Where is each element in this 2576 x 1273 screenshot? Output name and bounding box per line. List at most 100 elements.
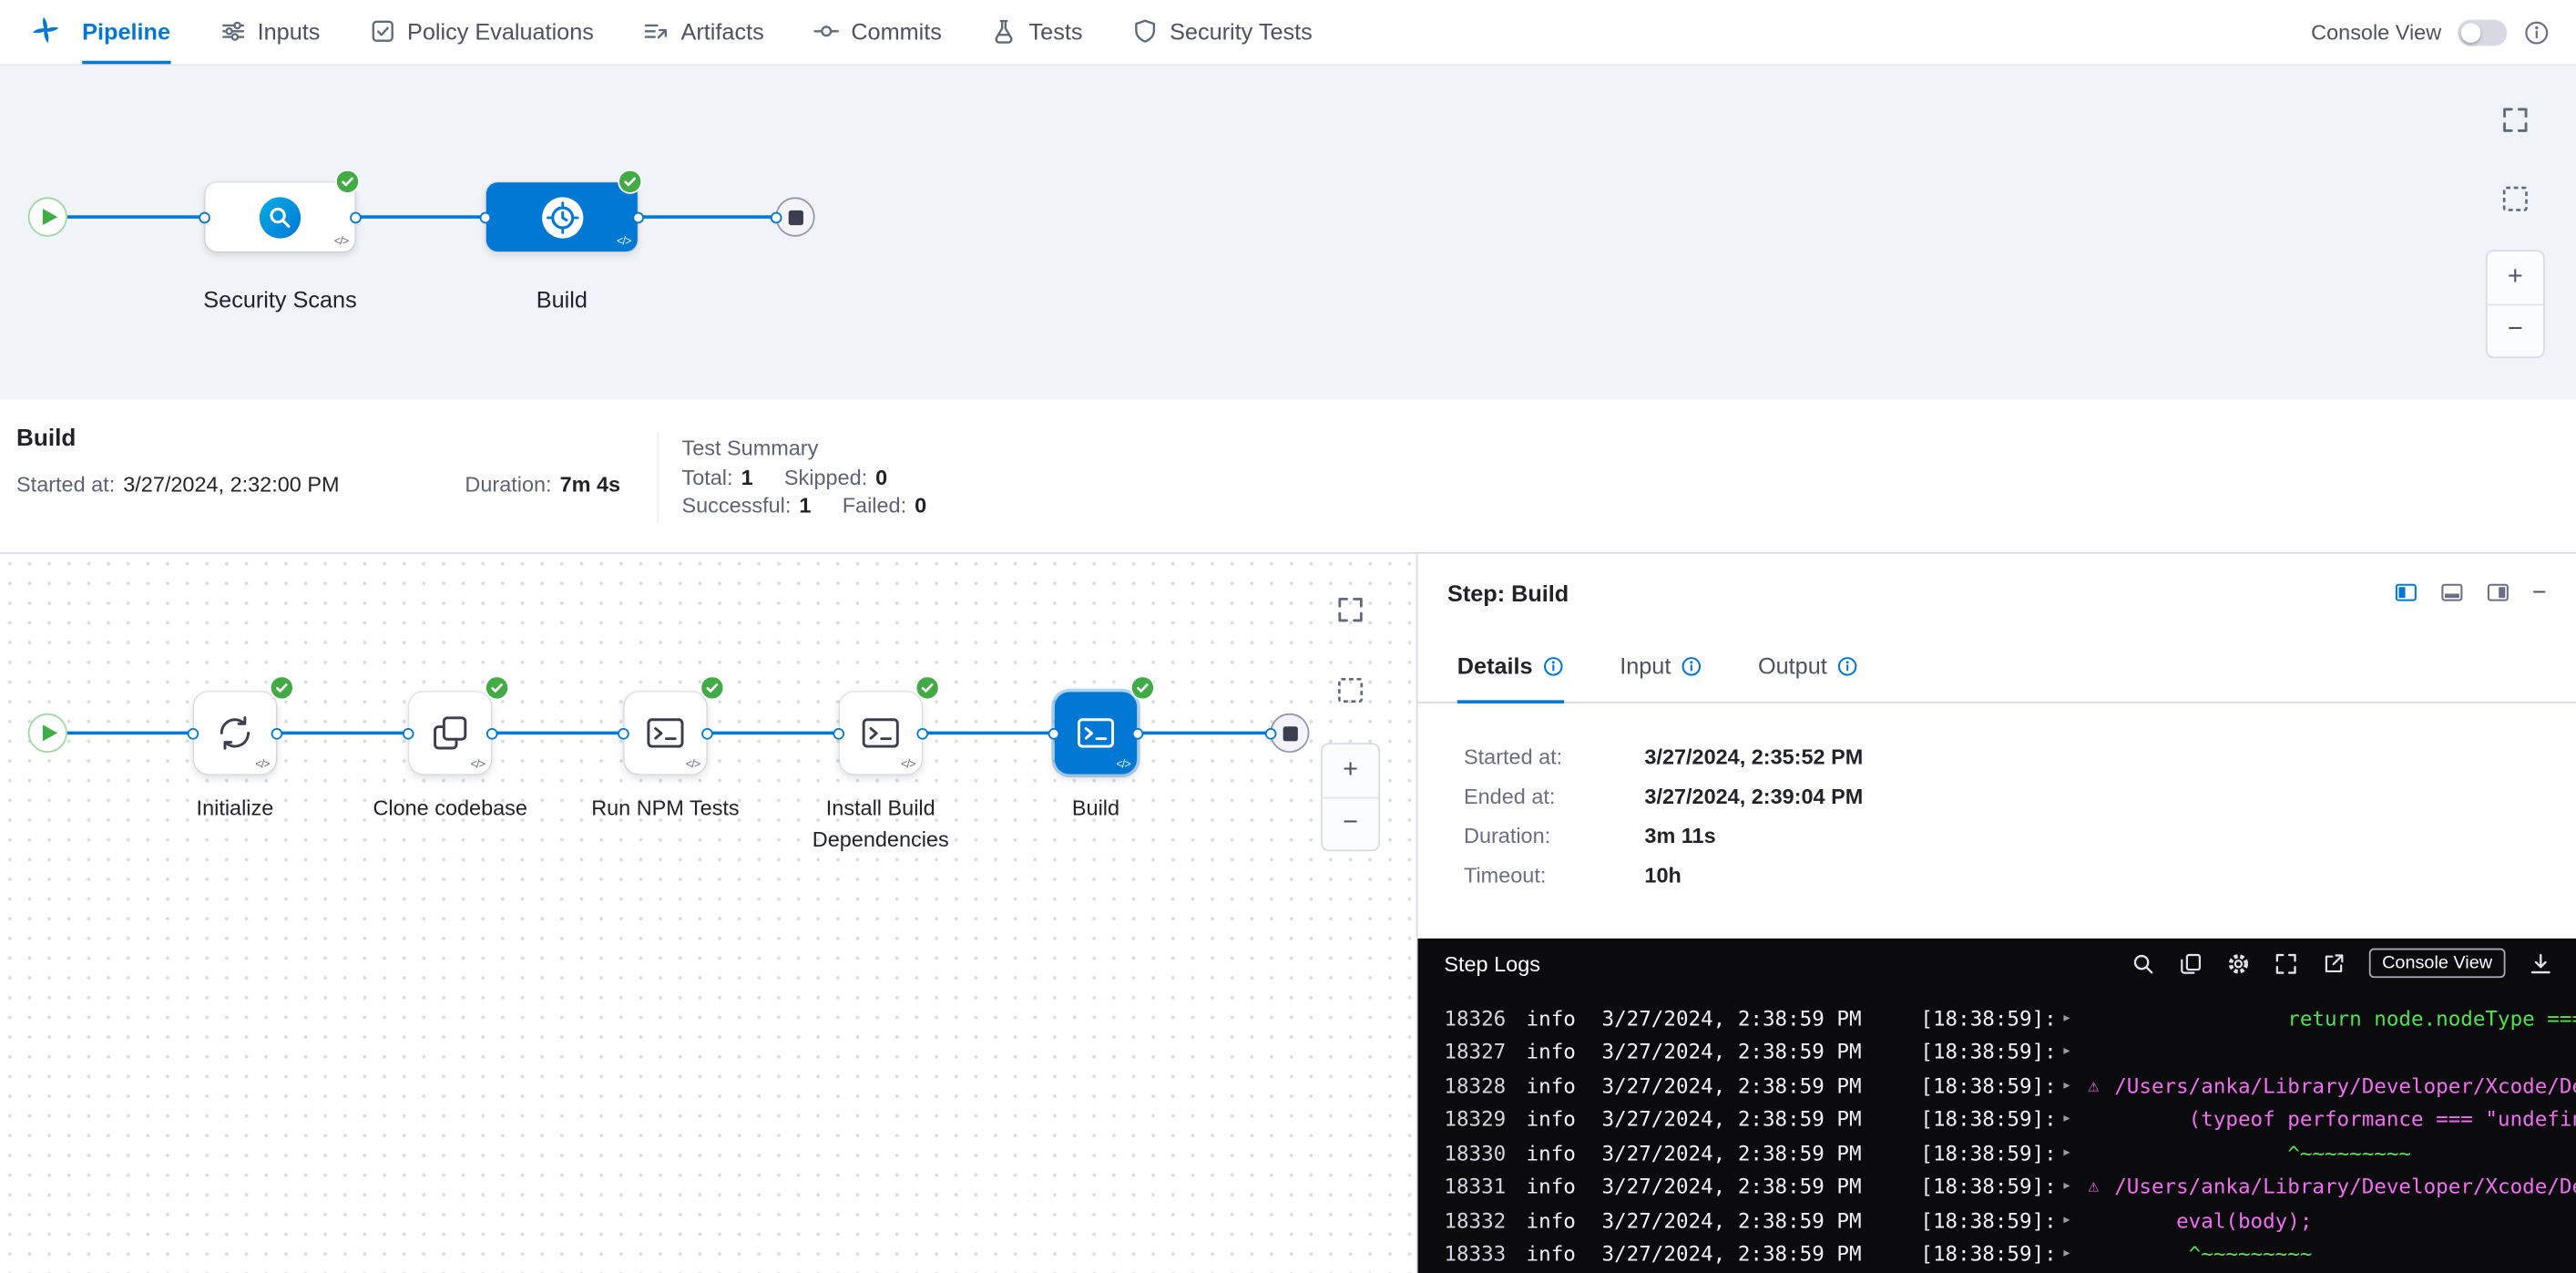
tab-output[interactable]: Output bbox=[1758, 631, 1858, 703]
tab-label: Inputs bbox=[258, 18, 321, 45]
copy-icon[interactable] bbox=[2178, 950, 2203, 975]
step-label-run-npm-tests[interactable]: Run NPM Tests bbox=[558, 794, 772, 825]
tab-label: Policy Evaluations bbox=[407, 18, 594, 45]
tab-commits[interactable]: Commits bbox=[813, 0, 942, 64]
tab-label: Pipeline bbox=[82, 18, 170, 45]
log-content: ^~~~~~~~~~ bbox=[2114, 1140, 2576, 1165]
step-node-clone-codebase[interactable]: </> bbox=[409, 692, 491, 774]
step-node-build[interactable]: </> bbox=[1055, 692, 1137, 774]
expand-log-icon[interactable]: ▸ bbox=[2062, 1144, 2089, 1162]
skipped-value: 0 bbox=[875, 463, 887, 492]
tab-details[interactable]: Details bbox=[1457, 631, 1564, 703]
expand-log-icon[interactable]: ▸ bbox=[2062, 1009, 2089, 1027]
step-node-run-npm-tests[interactable]: </> bbox=[624, 692, 706, 774]
stage-node-security-scans[interactable]: </> bbox=[205, 182, 354, 252]
log-level: info bbox=[1527, 1039, 1602, 1063]
step-label-build[interactable]: Build bbox=[989, 794, 1202, 825]
log-line: 18326 info 3/27/2024, 2:38:59 PM [18:38:… bbox=[1418, 1001, 2576, 1034]
top-nav: Pipeline Inputs Policy Evaluations Artif… bbox=[0, 0, 2576, 66]
started-value: 3/27/2024, 2:32:00 PM bbox=[123, 472, 339, 497]
stage-node-build[interactable]: </> bbox=[486, 182, 638, 252]
log-line-number: 18329 bbox=[1444, 1106, 1526, 1131]
minimize-panel-button[interactable]: − bbox=[2532, 580, 2547, 605]
search-icon[interactable] bbox=[2131, 950, 2155, 975]
duration-value: 7m 4s bbox=[560, 472, 621, 497]
pipeline-edge bbox=[707, 732, 840, 734]
log-line: 18333 info 3/27/2024, 2:38:59 PM [18:38:… bbox=[1418, 1237, 2576, 1270]
tab-tests[interactable]: Tests bbox=[991, 0, 1082, 64]
connector-port bbox=[833, 727, 844, 739]
stage-end-node bbox=[1270, 713, 1309, 753]
log-date: 3/27/2024, 2:38:59 PM bbox=[1602, 1140, 1921, 1165]
stage-start-node[interactable] bbox=[28, 713, 67, 753]
tab-artifacts[interactable]: Artifacts bbox=[643, 0, 764, 64]
tab-pipeline[interactable]: Pipeline bbox=[82, 0, 170, 64]
commit-icon bbox=[813, 18, 840, 45]
gear-icon[interactable] bbox=[2226, 950, 2251, 975]
terminal-icon bbox=[859, 712, 902, 755]
expand-log-icon[interactable]: ▸ bbox=[2062, 1042, 2089, 1061]
zoom-in-button[interactable]: + bbox=[2488, 252, 2543, 305]
info-icon[interactable] bbox=[1681, 655, 1702, 676]
tab-policy-evaluations[interactable]: Policy Evaluations bbox=[370, 0, 594, 64]
layout-split-icon[interactable] bbox=[2394, 580, 2418, 605]
step-details-panel: Step: Build − Details Input Output bbox=[1416, 554, 2576, 1273]
code-icon: </> bbox=[471, 759, 486, 771]
step-label-initialize[interactable]: Initialize bbox=[128, 794, 342, 825]
info-icon[interactable] bbox=[1837, 655, 1858, 676]
connector-port bbox=[1265, 727, 1277, 739]
layout-bottom-icon[interactable] bbox=[2440, 580, 2465, 605]
zoom-out-button[interactable]: − bbox=[1323, 798, 1378, 850]
success-badge-icon bbox=[335, 169, 360, 194]
panel-layout-controls: − bbox=[2394, 580, 2546, 605]
external-link-icon[interactable] bbox=[2321, 950, 2346, 975]
tab-label: Details bbox=[1457, 652, 1533, 679]
expand-canvas-icon[interactable] bbox=[2500, 105, 2530, 134]
warning-icon: ⚠ bbox=[2088, 1074, 2114, 1095]
log-line-number: 18326 bbox=[1444, 1005, 1526, 1030]
log-line-number: 18330 bbox=[1444, 1140, 1526, 1165]
log-time: [18:38:59]: bbox=[1920, 1106, 2061, 1131]
console-view-toggle[interactable] bbox=[2458, 19, 2507, 46]
step-label-clone-codebase[interactable]: Clone codebase bbox=[343, 794, 557, 825]
layout-right-icon[interactable] bbox=[2486, 580, 2510, 605]
stage-label-build[interactable]: Build bbox=[447, 286, 678, 313]
step-node-initialize[interactable]: </> bbox=[194, 692, 276, 774]
selection-tool-icon[interactable] bbox=[1335, 675, 1365, 704]
log-line: 18331 info 3/27/2024, 2:38:59 PM [18:38:… bbox=[1418, 1169, 2576, 1203]
stage-label-security-scans[interactable]: Security Scans bbox=[165, 286, 395, 313]
expand-log-icon[interactable]: ▸ bbox=[2062, 1110, 2089, 1128]
step-node-install-build-dependencies[interactable]: </> bbox=[840, 692, 922, 774]
code-icon: </> bbox=[334, 237, 349, 249]
log-line: 18329 info 3/27/2024, 2:38:59 PM [18:38:… bbox=[1418, 1102, 2576, 1135]
expand-log-icon[interactable]: ▸ bbox=[2062, 1177, 2089, 1196]
zoom-out-button[interactable]: − bbox=[2488, 305, 2543, 357]
tab-input[interactable]: Input bbox=[1620, 631, 1702, 703]
expand-log-icon[interactable]: ▸ bbox=[2062, 1211, 2089, 1229]
info-icon[interactable] bbox=[2523, 19, 2550, 46]
tab-inputs[interactable]: Inputs bbox=[220, 0, 320, 64]
pipeline-start-node[interactable] bbox=[28, 197, 67, 236]
log-content: /Users/anka/Library/Developer/Xcode/De bbox=[2114, 1174, 2576, 1198]
step-label-install-build-dependencies[interactable]: Install Build Dependencies bbox=[773, 794, 986, 856]
zoom-in-button[interactable]: + bbox=[1323, 744, 1378, 798]
expand-log-icon[interactable]: ▸ bbox=[2062, 1245, 2089, 1263]
test-summary: Test Summary Total: 1 Skipped: 0 Success… bbox=[681, 434, 926, 520]
selection-tool-icon[interactable] bbox=[2500, 184, 2530, 213]
zoom-controls: + − bbox=[2486, 250, 2545, 358]
detail-value: 3/27/2024, 2:39:04 PM bbox=[1644, 784, 2576, 808]
log-content: (typeof performance === "undefin bbox=[2114, 1106, 2576, 1131]
total-label: Total: bbox=[681, 463, 732, 492]
connector-port bbox=[632, 211, 644, 223]
console-view-button[interactable]: Console View bbox=[2369, 949, 2506, 978]
tab-security-tests[interactable]: Security Tests bbox=[1132, 0, 1313, 64]
download-icon[interactable] bbox=[2529, 950, 2553, 975]
success-badge-icon bbox=[700, 675, 724, 700]
fullscreen-icon[interactable] bbox=[2274, 950, 2298, 975]
expand-log-icon[interactable]: ▸ bbox=[2062, 1076, 2089, 1094]
pipeline-edge bbox=[491, 732, 624, 734]
expand-canvas-icon[interactable] bbox=[1335, 595, 1365, 624]
log-date: 3/27/2024, 2:38:59 PM bbox=[1602, 1039, 1921, 1063]
code-icon: </> bbox=[901, 759, 915, 771]
info-icon[interactable] bbox=[1542, 655, 1563, 676]
